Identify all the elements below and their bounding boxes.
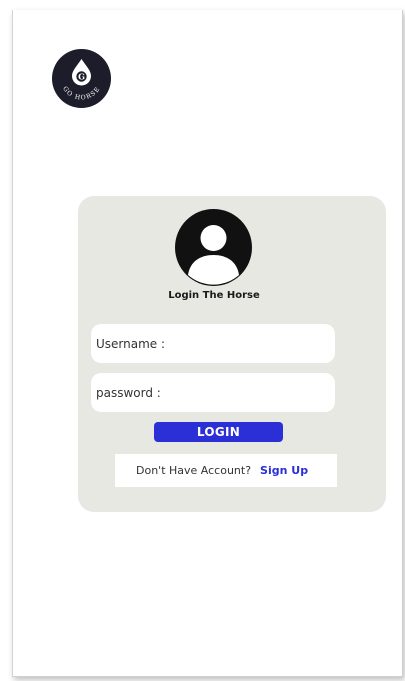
password-field[interactable]: password : (91, 373, 335, 412)
signup-prompt: Don't Have Account? Sign Up (115, 454, 337, 487)
user-avatar-icon (175, 209, 252, 286)
logo-text: GO HORSE (61, 85, 101, 101)
password-label: password : (96, 385, 161, 400)
svg-text:GO HORSE: GO HORSE (61, 85, 102, 101)
login-button[interactable]: LOGIN (154, 422, 283, 442)
horse-drop-logo-icon: G GO HORSE (61, 59, 102, 102)
signup-question: Don't Have Account? (136, 464, 252, 477)
username-field[interactable]: Username : (91, 324, 335, 363)
username-label: Username : (96, 336, 166, 351)
go-horse-logo[interactable]: G GO HORSE (52, 49, 111, 108)
svg-text:G: G (78, 72, 85, 82)
login-title: Login The Horse (168, 290, 260, 301)
signup-link[interactable]: Sign Up (260, 464, 308, 477)
